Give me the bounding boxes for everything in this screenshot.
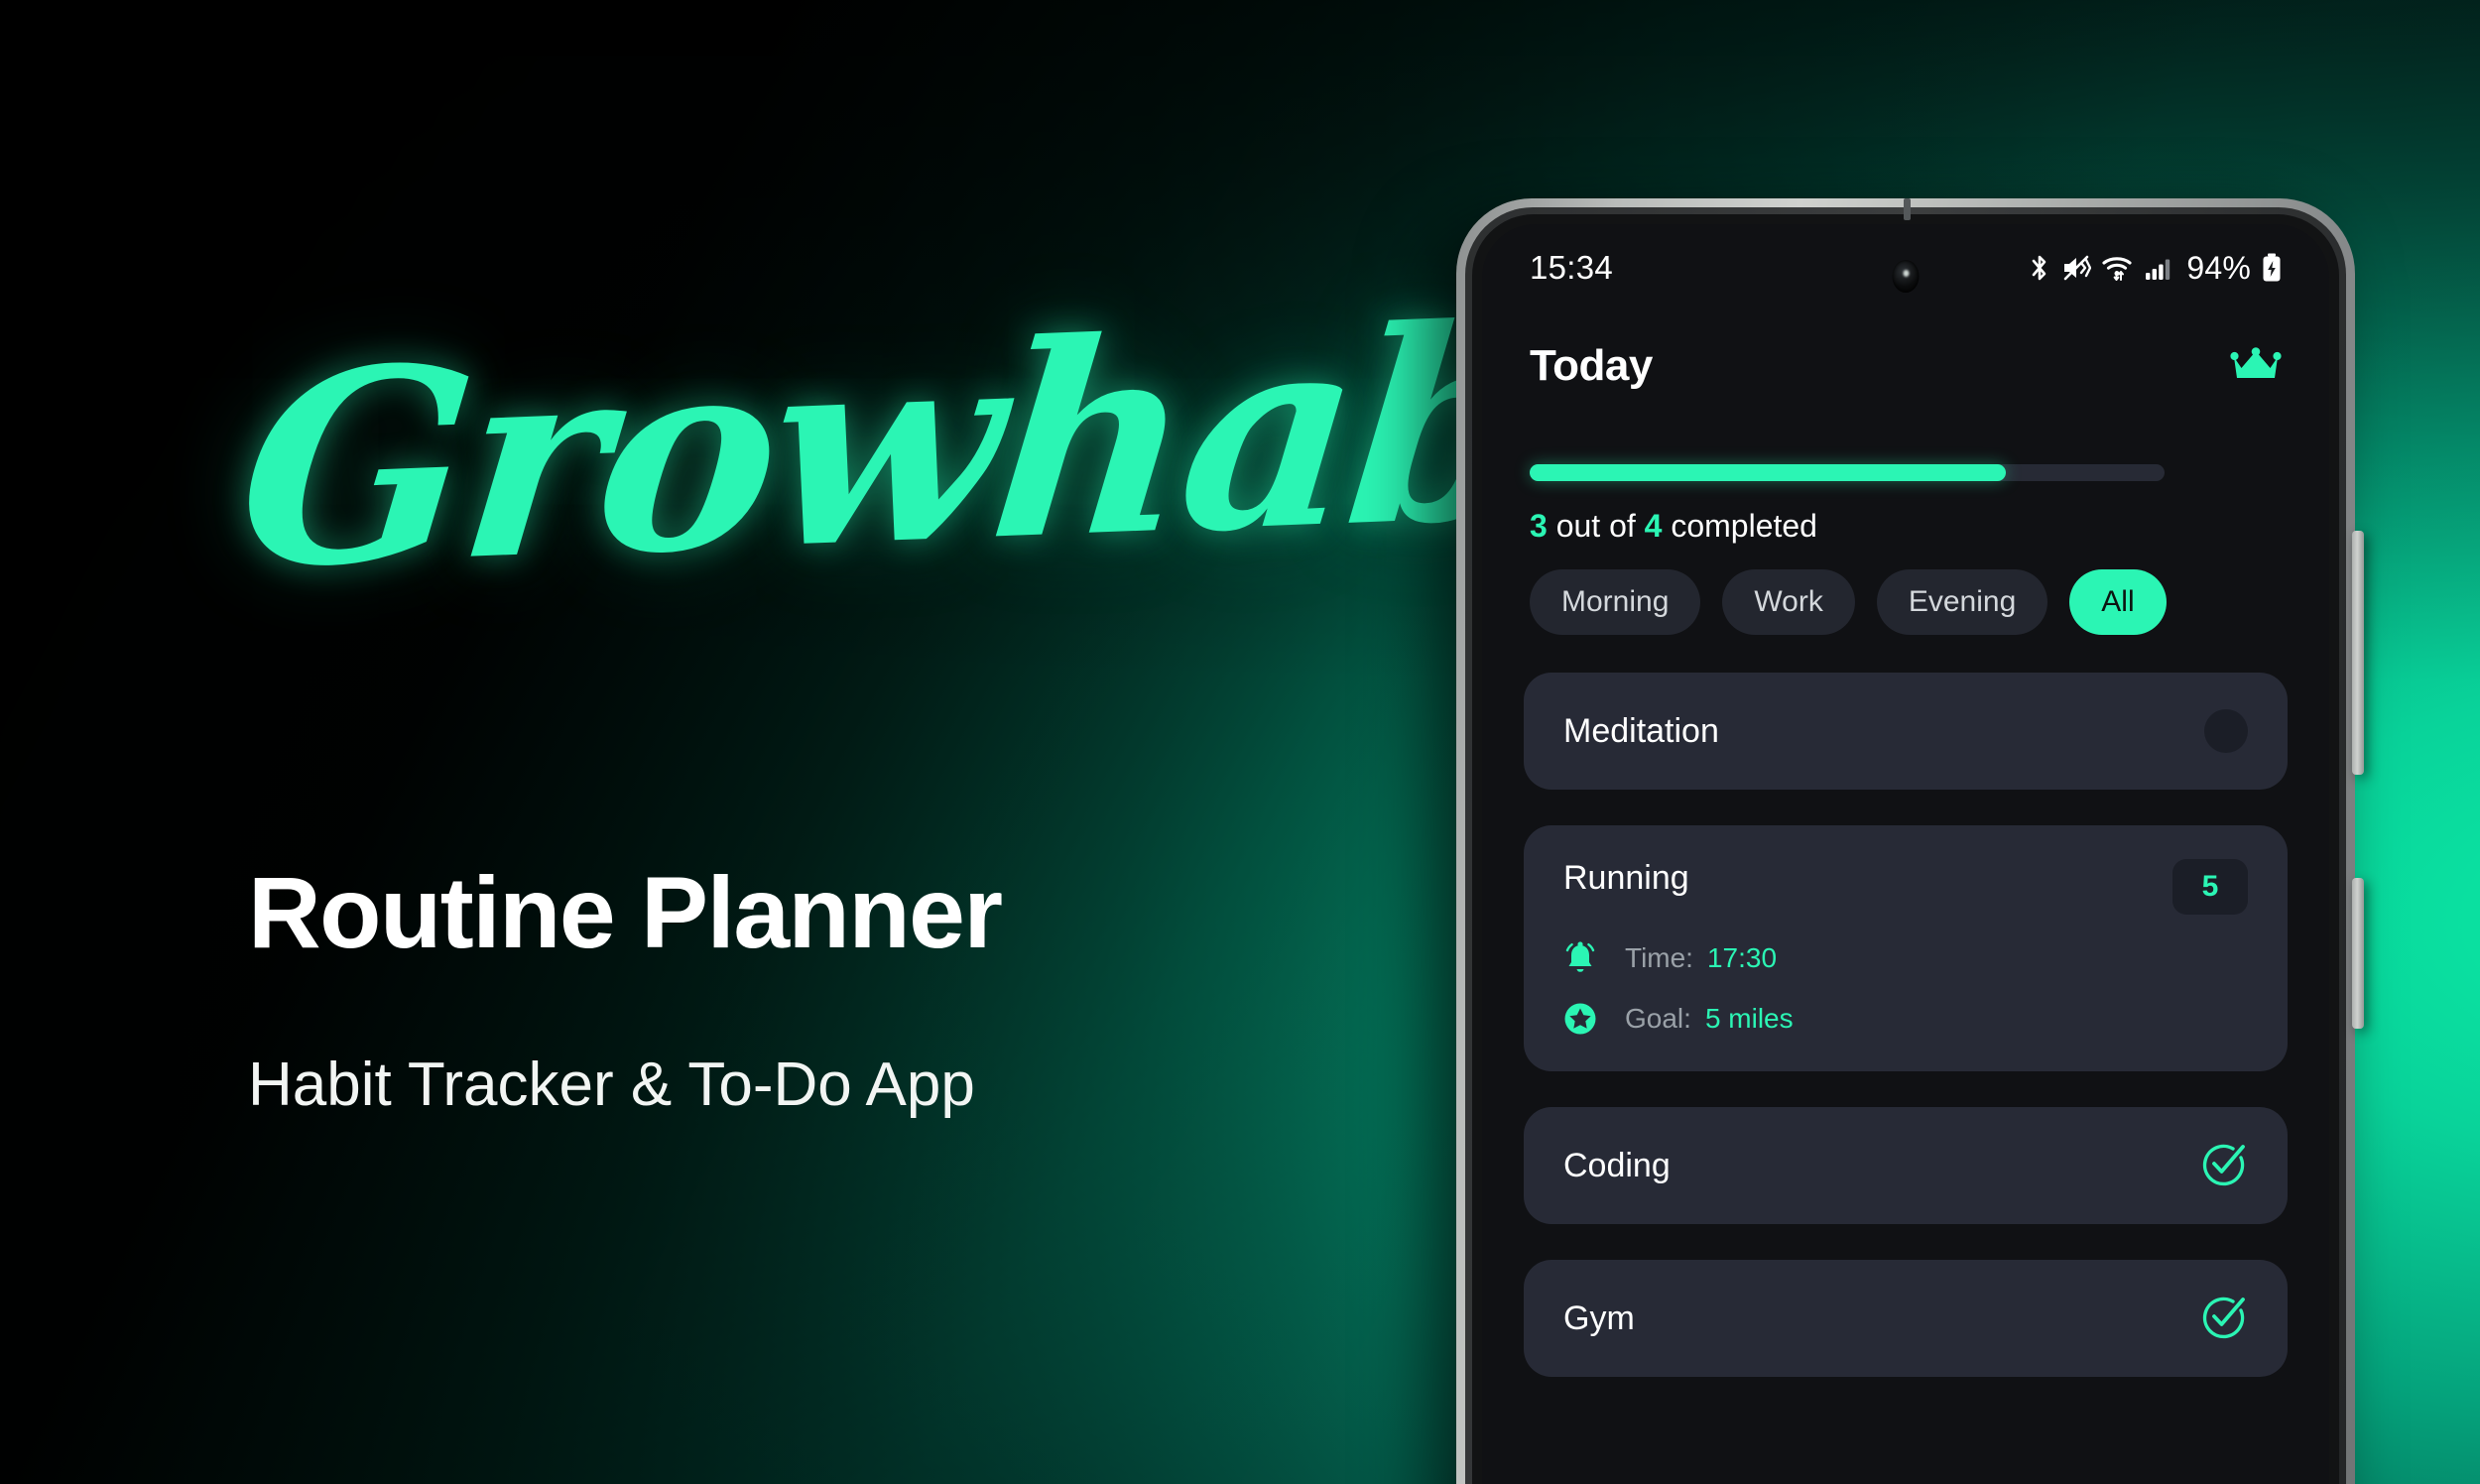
signal-icon (2145, 254, 2172, 282)
progress-text-mid: out of (1547, 508, 1645, 544)
habit-meta-row: Time: 17:30 (1563, 940, 2248, 976)
habit-list: Meditation Running 5 Time: 17:30 Goal: 5 miles… (1524, 673, 2288, 1413)
completed-count: 3 (1530, 508, 1548, 544)
crown-icon[interactable] (2230, 344, 2282, 389)
app-logo-wordmark: Growhab (226, 267, 1549, 629)
habit-card-header: Running 5 (1563, 859, 2248, 915)
status-icons-group: 94% (2029, 250, 2282, 287)
filter-chip-morning[interactable]: Morning (1530, 569, 1701, 635)
total-count: 4 (1644, 508, 1663, 544)
wifi-icon (2102, 254, 2134, 282)
phone-antenna-line (1904, 198, 1911, 220)
bell-icon (1563, 940, 1603, 976)
star-icon (1563, 1002, 1603, 1036)
habit-card[interactable]: Coding (1524, 1107, 2288, 1224)
page-title: Routine Planner (248, 856, 1003, 969)
power-button[interactable] (2352, 878, 2364, 1029)
progress-text-end: completed (1662, 508, 1817, 544)
habit-name: Coding (1563, 1146, 1671, 1184)
camera-glint (1903, 269, 1910, 277)
filter-chip-all[interactable]: All (2069, 569, 2167, 635)
battery-charging-icon (2262, 253, 2282, 283)
habit-name: Running (1563, 859, 1689, 897)
filter-chip-row: Morning Work Evening All (1530, 569, 2167, 635)
progress-summary-label: 3 out of 4 completed (1530, 508, 1817, 545)
filter-chip-work[interactable]: Work (1722, 569, 1855, 635)
daily-progress-bar (1530, 464, 2165, 481)
front-camera-icon (1892, 260, 1920, 293)
volume-button[interactable] (2352, 531, 2364, 775)
habit-meta-value: 5 miles (1704, 1003, 1794, 1034)
habit-card[interactable]: Meditation (1524, 673, 2288, 790)
battery-percent-label: 94% (2186, 249, 2251, 286)
promo-graphic: Growhab Routine Planner Habit Tracker & … (0, 0, 2480, 1484)
mute-icon (2061, 254, 2092, 282)
habit-card[interactable]: Gym (1524, 1260, 2288, 1377)
status-bar: 15:34 94% (1482, 224, 2329, 311)
streak-badge: 5 (2172, 859, 2248, 915)
habit-meta-value: 17:30 (1706, 942, 1778, 973)
habit-meta-row: Goal: 5 miles (1563, 1002, 2248, 1036)
phone-device-mockup: 15:34 94% Today 3 out of 4 completed Mor… (1456, 198, 2364, 1484)
habit-meta-label: Goal: (1625, 1003, 1691, 1034)
habit-meta-label: Time: (1625, 942, 1693, 973)
daily-progress-fill (1530, 464, 2006, 481)
habit-name: Meditation (1563, 711, 1719, 750)
filter-chip-evening[interactable]: Evening (1876, 569, 2048, 635)
check-circle-icon[interactable] (2200, 1293, 2248, 1345)
screen-title: Today (1530, 341, 1653, 390)
habit-card[interactable]: Running 5 Time: 17:30 Goal: 5 miles (1524, 825, 2288, 1071)
empty-circle-icon[interactable] (2204, 709, 2248, 753)
habit-name: Gym (1563, 1298, 1635, 1337)
empty-circle-icon[interactable] (2204, 709, 2248, 753)
phone-screen: 15:34 94% Today 3 out of 4 completed Mor… (1482, 224, 2329, 1484)
status-clock: 15:34 (1530, 249, 1614, 286)
app-header: Today (1530, 341, 2282, 391)
check-circle-icon[interactable] (2200, 1140, 2248, 1192)
marketing-column: Growhab Routine Planner Habit Tracker & … (0, 0, 1549, 1484)
page-subtitle: Habit Tracker & To-Do App (248, 1051, 975, 1119)
bluetooth-icon (2029, 253, 2050, 283)
